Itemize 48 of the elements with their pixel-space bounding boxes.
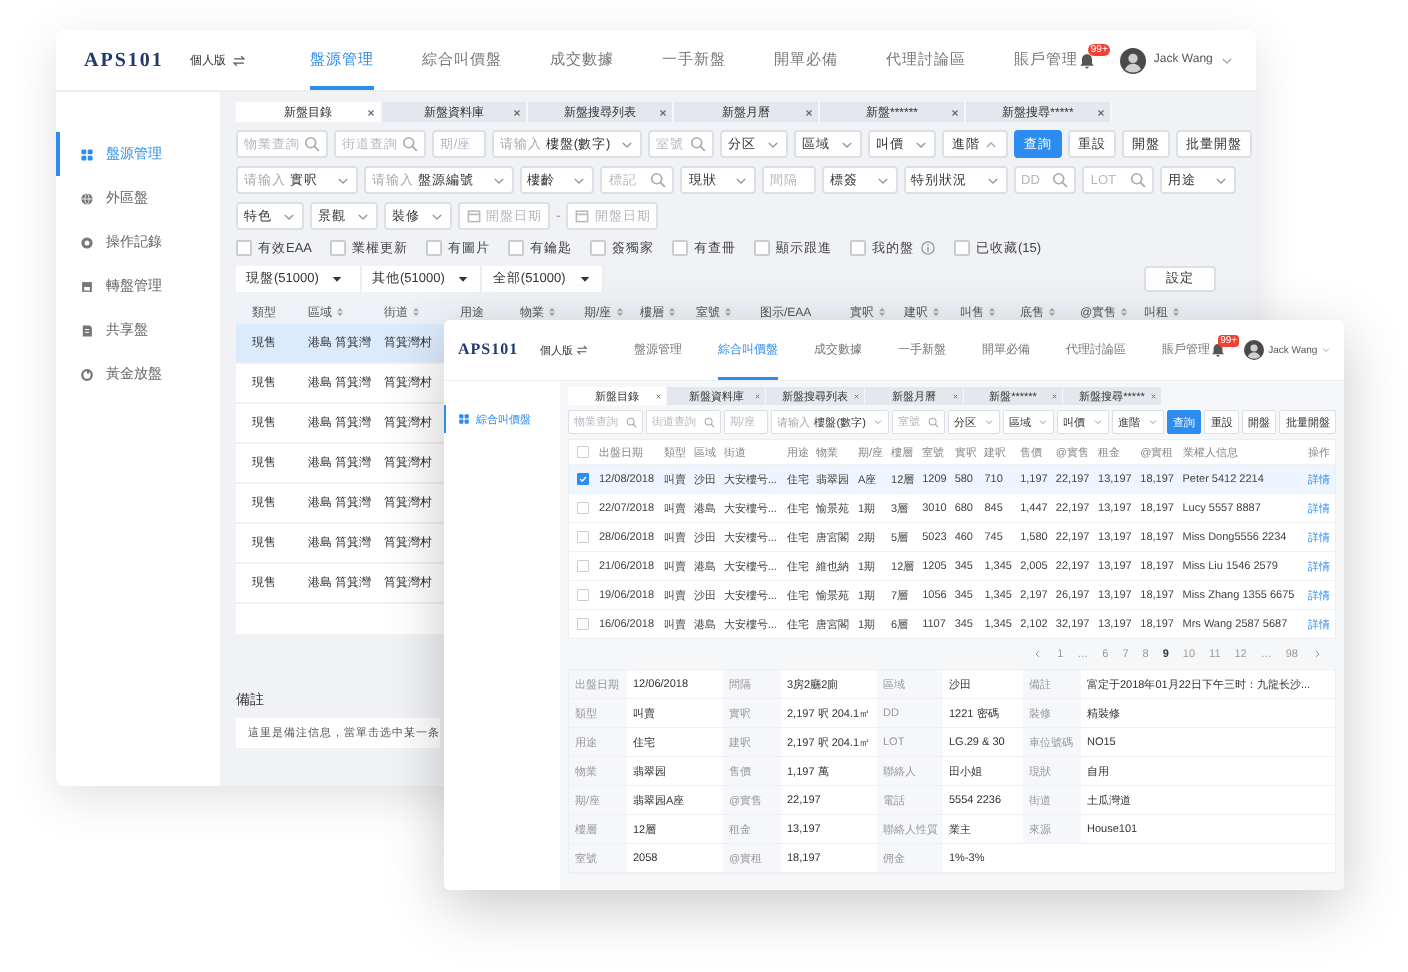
close-icon (1096, 107, 1106, 117)
checkbox[interactable] (577, 589, 589, 601)
checkbox[interactable] (954, 240, 971, 256)
search-icon (1130, 172, 1147, 188)
close-icon (658, 107, 668, 117)
bell-icon (1077, 51, 1096, 69)
document-icon (80, 323, 94, 337)
calendar-icon (574, 208, 591, 224)
grid-icon (458, 413, 470, 425)
checkbox[interactable] (590, 240, 607, 256)
checkbox[interactable] (577, 473, 589, 485)
checkbox[interactable] (672, 240, 689, 256)
box-icon (80, 279, 94, 293)
checkbox[interactable] (236, 240, 252, 256)
checkbox[interactable] (577, 502, 589, 514)
caret-icon (330, 272, 345, 286)
close-icon (512, 107, 522, 117)
logo: APS101 (458, 341, 519, 359)
checkbox[interactable] (577, 531, 589, 543)
grid-icon (80, 147, 94, 161)
avatar (1244, 340, 1265, 360)
caret-icon (1220, 53, 1235, 67)
swap-icon (231, 53, 246, 67)
calendar-icon (466, 208, 482, 224)
logo: APS101 (84, 49, 164, 71)
caret-icon (456, 272, 471, 286)
close-icon (950, 107, 960, 117)
search-icon (401, 136, 418, 152)
checkbox[interactable] (577, 446, 589, 458)
checkbox[interactable] (508, 240, 525, 256)
search-icon (303, 136, 320, 152)
checkbox[interactable] (850, 240, 867, 256)
checkbox[interactable] (577, 618, 589, 630)
close-icon (366, 107, 376, 117)
caret-icon (577, 272, 592, 286)
checkbox[interactable] (754, 240, 771, 256)
avatar (1119, 47, 1146, 73)
target-icon (80, 235, 94, 249)
checkbox[interactable] (426, 240, 443, 256)
search-icon (690, 136, 707, 152)
checkbox[interactable] (330, 240, 347, 256)
close-icon (804, 107, 814, 117)
search-icon (1052, 172, 1069, 188)
chevron-up-icon (984, 137, 999, 151)
ring-icon (80, 367, 94, 381)
search-icon (650, 172, 667, 188)
globe-icon (80, 191, 94, 205)
checkbox[interactable] (577, 560, 589, 572)
